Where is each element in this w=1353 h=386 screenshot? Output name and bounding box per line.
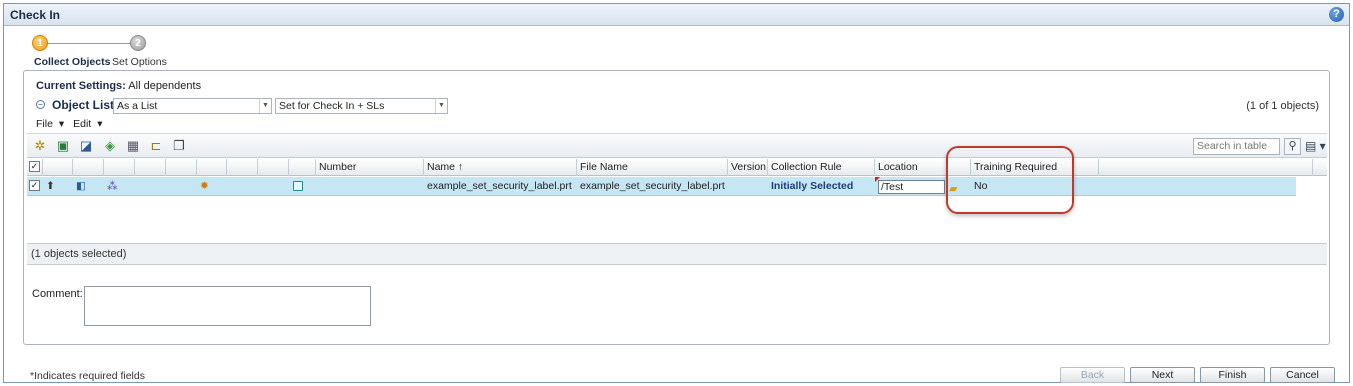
column-header-name[interactable]: Name ↑ — [424, 159, 577, 176]
column-header-collection-rule[interactable]: Collection Rule — [768, 159, 875, 176]
new-window-icon[interactable]: ❐ — [172, 139, 186, 153]
part-icon: ✹ — [200, 180, 209, 192]
cell-version — [728, 177, 768, 196]
back-button[interactable]: Back — [1060, 367, 1125, 383]
header-spacer — [166, 159, 197, 176]
info-icon[interactable]: ◧ — [73, 177, 104, 196]
set-state-icon[interactable]: ◈ — [103, 139, 117, 153]
filter-select-value: Set for Check In + SLs — [279, 100, 385, 112]
view-select[interactable]: As a List ▼ — [113, 98, 272, 114]
step-1-indicator[interactable]: 1 — [32, 35, 48, 51]
step-2-label[interactable]: Set Options — [112, 56, 167, 68]
object-table: ✓ Number Name ↑ File Name Version Collec… — [27, 159, 1327, 244]
edit-attributes-icon[interactable]: ◪ — [79, 139, 93, 153]
collect-icon[interactable]: ✲ — [33, 139, 47, 153]
comment-field[interactable] — [84, 286, 371, 326]
header-spacer — [73, 159, 104, 176]
cell-number — [316, 177, 424, 196]
required-fields-note: *Indicates required fields — [30, 370, 145, 382]
chevron-down-icon[interactable]: ▼ — [435, 99, 447, 113]
location-input[interactable]: /Test — [878, 180, 945, 194]
column-header-version[interactable]: Version — [728, 159, 768, 176]
header-spacer — [104, 159, 135, 176]
table-row[interactable]: ✓ ⬆ ◧ ⁂ ✹ example_set_security_label.prt… — [27, 177, 1296, 196]
file-menu[interactable]: File ▾ — [36, 118, 64, 130]
file-menu-label: File — [36, 118, 53, 130]
next-button[interactable]: Next — [1130, 367, 1195, 383]
structure-icon: ⁂ — [107, 180, 118, 192]
view-select-value: As a List — [117, 100, 158, 112]
header-spacer — [289, 159, 316, 176]
object-type-cell — [289, 177, 316, 196]
header-spacer — [227, 159, 258, 176]
row-checkbox[interactable]: ✓ — [29, 180, 40, 191]
chevron-down-icon[interactable]: ▼ — [259, 99, 271, 113]
comment-label: Comment: — [32, 288, 83, 300]
cell-collection-rule: Initially Selected — [771, 180, 854, 192]
column-header-file-name[interactable]: File Name — [577, 159, 728, 176]
folder-icon[interactable]: ⊏ — [149, 139, 163, 153]
help-icon[interactable]: ? — [1329, 7, 1344, 22]
select-all-checkbox[interactable]: ✓ — [29, 161, 40, 172]
cell-file-name: example_set_security_label.prt — [580, 180, 725, 192]
search-input[interactable]: Search in table — [1193, 138, 1280, 155]
title-bar: Check In ? — [4, 4, 1349, 26]
cancel-button[interactable]: Cancel — [1270, 367, 1335, 383]
table-toolbar: ✲ ▣ ◪ ◈ ▦ ⊏ ❐ Search in table ⚲ ▤ ▾ — [27, 133, 1327, 158]
step-2-indicator[interactable]: 2 — [130, 35, 146, 51]
table-header: ✓ Number Name ↑ File Name Version Collec… — [27, 159, 1327, 176]
object-list-title: Object List — [52, 98, 115, 112]
training-required-highlight — [946, 146, 1074, 214]
object-count: (1 of 1 objects) — [1246, 100, 1319, 112]
current-settings-label: Current Settings: — [36, 80, 126, 92]
edit-menu-label: Edit — [73, 118, 92, 130]
status-arrow-icon: ⬆ — [46, 180, 55, 192]
search-icon[interactable]: ⚲ — [1284, 138, 1301, 155]
collapse-icon[interactable]: − — [36, 100, 45, 109]
step-1-label[interactable]: Collect Objects — [34, 56, 110, 68]
finish-button[interactable]: Finish — [1200, 367, 1265, 383]
column-header-number[interactable]: Number — [316, 159, 424, 176]
edit-menu[interactable]: Edit ▾ — [73, 118, 102, 130]
selection-summary: (1 objects selected) — [27, 243, 1327, 265]
column-settings-icon[interactable]: ▤ ▾ — [1305, 139, 1326, 153]
filter-select[interactable]: Set for Check In + SLs ▼ — [275, 98, 448, 114]
header-spacer — [197, 159, 227, 176]
menu-bar: File ▾ Edit ▾ — [36, 118, 109, 130]
current-settings: Current Settings: All dependents — [36, 80, 201, 92]
step-connector — [48, 43, 130, 44]
header-spacer — [1099, 159, 1313, 176]
cell-name[interactable]: example_set_security_label.prt — [424, 177, 577, 196]
table-view-icon[interactable]: ▦ — [126, 139, 140, 153]
add-objects-icon[interactable]: ▣ — [56, 139, 70, 153]
select-all-cell: ✓ — [27, 159, 43, 176]
header-spacer — [258, 159, 289, 176]
object-list-panel: Current Settings: All dependents − Objec… — [23, 70, 1330, 345]
header-spacer — [135, 159, 166, 176]
current-settings-value: All dependents — [128, 80, 202, 92]
window-title: Check In — [10, 8, 61, 22]
header-spacer — [43, 159, 73, 176]
check-in-window: Check In ? 1 2 Collect Objects Set Optio… — [3, 3, 1350, 383]
object-type-icon — [293, 181, 303, 191]
